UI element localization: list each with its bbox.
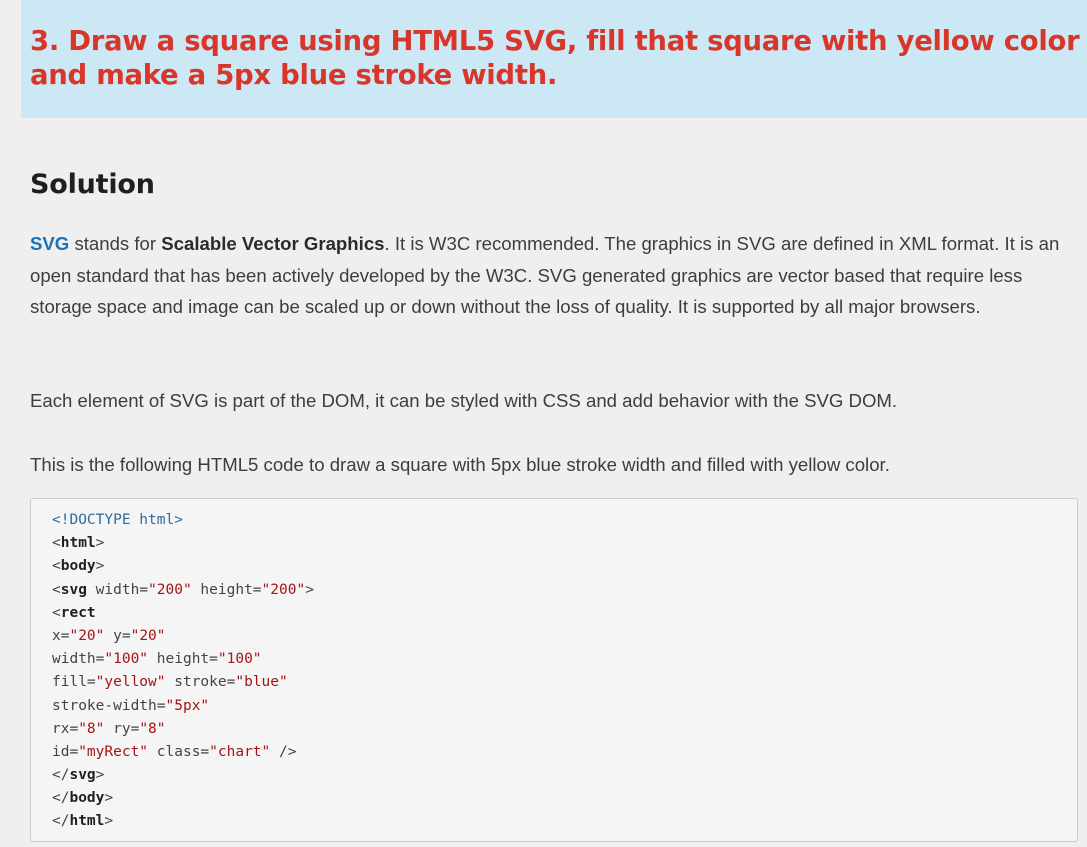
code-token-val: "blue": [235, 674, 288, 691]
code-token-attr: stroke-width=: [52, 697, 166, 714]
svg-description-paragraph: SVG stands for Scalable Vector Graphics.…: [30, 228, 1082, 323]
code-line: x="20" y="20": [52, 625, 314, 648]
svg-dom-paragraph: Each element of SVG is part of the DOM, …: [30, 390, 898, 411]
code-token-attr: height=: [191, 581, 262, 598]
code-token-punct: >: [305, 581, 314, 598]
code-token-punct: >: [95, 558, 105, 575]
code-token-punct: </: [52, 767, 70, 784]
code-line: </body>: [52, 787, 314, 810]
code-line: rx="8" ry="8": [52, 718, 314, 741]
code-line: </html>: [52, 810, 314, 833]
question-box: 3. Draw a square using HTML5 SVG, fill t…: [21, 0, 1087, 118]
scalable-vector-graphics-term: Scalable Vector Graphics: [161, 233, 385, 254]
code-token-val: "100": [104, 651, 149, 668]
code-token-val: "yellow": [95, 674, 166, 691]
code-token-tag: rect: [60, 604, 96, 621]
code-token-val: "20": [69, 627, 105, 644]
code-line: <rect: [52, 602, 314, 625]
code-line: <!DOCTYPE html>: [52, 509, 314, 532]
question-title: 3. Draw a square using HTML5 SVG, fill t…: [30, 25, 1080, 91]
code-token-tag: svg: [60, 581, 87, 598]
code-token-attr: rx=: [52, 720, 79, 737]
code-block[interactable]: <!DOCTYPE html> <html> <body> <svg width="2…: [30, 498, 1078, 842]
code-line: fill="yellow" stroke="blue": [52, 671, 314, 694]
code-token-val: "20": [130, 627, 166, 644]
code-line: <body>: [52, 555, 314, 578]
code-token-attr: height=: [148, 651, 218, 668]
code-token-attr: stroke=: [165, 674, 236, 691]
code-token-punct: <: [52, 535, 61, 552]
paragraph-text: stands for: [69, 233, 162, 254]
code-token-punct: >: [95, 535, 105, 552]
code-token-attr: ry=: [104, 720, 140, 737]
code-token-attr: y=: [104, 627, 131, 644]
code-line: id="myRect" class="chart" />: [52, 741, 314, 764]
code-token-punct: <: [52, 558, 61, 575]
code-line: stroke-width="5px": [52, 695, 314, 718]
code-token-punct: </: [52, 813, 70, 830]
solution-heading: Solution: [30, 169, 155, 200]
code-token-punct: >: [95, 767, 105, 784]
code-token-punct: />: [270, 743, 297, 760]
code-token-tag: svg: [69, 767, 96, 784]
code-token-val: "8": [78, 720, 105, 737]
code-token-val: "8": [139, 720, 166, 737]
code-token-val: "chart": [209, 743, 271, 760]
code-lines: <!DOCTYPE html> <html> <body> <svg width="2…: [52, 509, 314, 834]
code-token-doctype: <!DOCTYPE html>: [52, 512, 183, 528]
code-token-val: "200": [148, 581, 192, 598]
code-token-val: "100": [217, 651, 262, 668]
code-token-attr: width=: [52, 651, 105, 668]
code-token-attr: width=: [86, 581, 149, 598]
code-intro-paragraph: This is the following HTML5 code to draw…: [30, 454, 890, 475]
code-token-punct: >: [104, 813, 114, 830]
code-line: <svg width="200" height="200">: [52, 579, 314, 602]
code-line: </svg>: [52, 764, 314, 787]
code-token-tag: body: [69, 790, 105, 807]
code-token-tag: html: [60, 535, 96, 552]
code-token-attr: x=: [52, 627, 70, 644]
code-token-punct: </: [52, 790, 70, 807]
code-line: width="100" height="100": [52, 648, 314, 671]
code-token-punct: <: [52, 581, 61, 598]
svg-link[interactable]: SVG: [30, 233, 69, 254]
code-token-val: "5px": [165, 697, 210, 714]
code-token-attr: fill=: [52, 674, 96, 691]
code-token-val: "200": [261, 581, 306, 598]
code-line: <html>: [52, 532, 314, 555]
code-token-val: "myRect": [78, 743, 149, 760]
code-token-tag: body: [60, 558, 96, 575]
code-token-punct: <: [52, 604, 61, 621]
code-token-punct: >: [104, 790, 114, 807]
code-token-tag: html: [69, 813, 105, 830]
code-token-attr: id=: [52, 743, 79, 760]
code-token-attr: class=: [148, 743, 210, 760]
